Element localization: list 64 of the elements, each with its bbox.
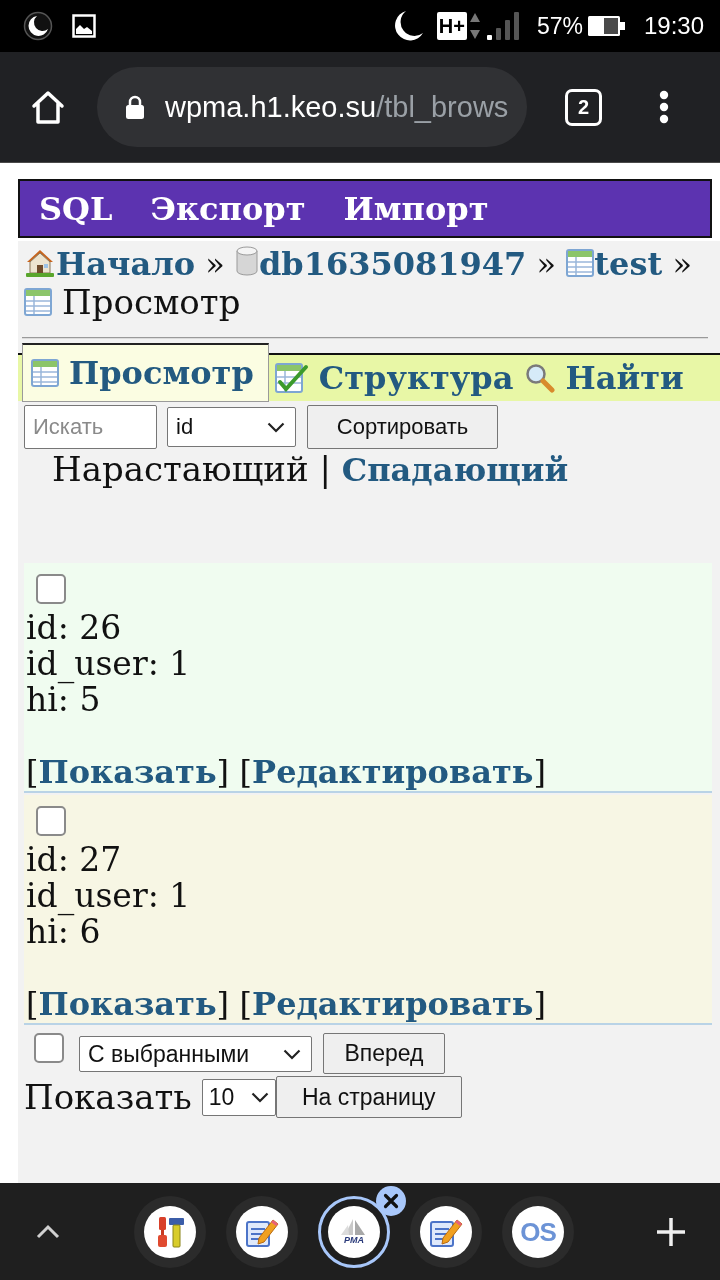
field-text: id: 27 xyxy=(26,842,123,878)
field-text: id: 26 xyxy=(26,610,123,646)
battery-icon xyxy=(587,16,625,36)
breadcrumb-current-text: Просмотр xyxy=(62,282,241,322)
table-icon xyxy=(566,249,595,277)
select-all-checkbox[interactable] xyxy=(34,1033,64,1063)
menu-link[interactable]: SQL xyxy=(39,188,113,229)
lock-icon xyxy=(125,94,145,120)
action-link[interactable]: [Редактировать] xyxy=(239,753,546,791)
image-icon xyxy=(72,14,96,38)
action-link[interactable]: [Показать] xyxy=(26,753,230,791)
table-icon xyxy=(31,359,59,387)
battery-percent-text: 57% xyxy=(536,12,583,40)
chevron-down-icon xyxy=(283,1048,301,1060)
row-checkbox[interactable] xyxy=(36,806,66,836)
address-bar[interactable]: wpma.h1.keo.su/tbl_brows xyxy=(97,67,527,147)
chevron-up-icon[interactable] xyxy=(36,1224,60,1239)
sort-order-separator: | xyxy=(319,449,331,489)
breadcrumb-separator: » xyxy=(536,245,557,283)
table-checkmark-icon xyxy=(274,363,309,393)
chevron-down-icon xyxy=(250,1091,269,1103)
menu-link[interactable]: Импорт xyxy=(343,188,489,229)
search-icon xyxy=(525,363,556,393)
tab-count-button[interactable]: 2 xyxy=(565,88,602,126)
paging-label: Показать xyxy=(24,1077,192,1117)
search-field[interactable]: Искать xyxy=(24,405,157,449)
field-text: id_user: 1 xyxy=(26,878,192,914)
sort-order-current-text: Нарастающий xyxy=(52,449,309,489)
moon-circle-icon xyxy=(23,11,53,41)
row-checkbox[interactable] xyxy=(36,574,66,604)
per-page-button[interactable]: На страницу xyxy=(275,1076,462,1118)
clock-text: 19:30 xyxy=(643,12,704,40)
plus-icon[interactable] xyxy=(656,1216,686,1247)
more-menu-icon[interactable] xyxy=(659,90,669,124)
tab-thumbnail-button[interactable]: PMA xyxy=(318,1195,390,1268)
data-arrows-icon xyxy=(468,11,481,41)
breadcrumb-link[interactable]: test xyxy=(594,245,663,283)
house-icon xyxy=(24,247,56,277)
home-icon[interactable] xyxy=(29,88,67,126)
sort-order-link[interactable]: Спадающий xyxy=(341,451,569,489)
tab[interactable]: Структура xyxy=(268,355,520,401)
tab[interactable]: Найти xyxy=(519,355,690,401)
database-icon xyxy=(234,245,259,277)
url-text: wpma.h1.keo.su/tbl_brows xyxy=(165,90,509,124)
field-text: id_user: 1 xyxy=(26,646,192,682)
table-icon xyxy=(24,288,52,316)
sort-button[interactable]: Сортировать xyxy=(307,405,498,449)
close-icon[interactable] xyxy=(376,1185,406,1216)
tools-icon xyxy=(155,1214,185,1249)
rows-per-page-select[interactable]: 10 xyxy=(201,1078,276,1116)
menu-link[interactable]: Экспорт xyxy=(150,188,306,229)
breadcrumb-link[interactable]: Начало xyxy=(56,245,196,283)
action-link[interactable]: [Показать] xyxy=(26,985,230,1023)
breadcrumb-separator: » xyxy=(205,245,225,283)
network-type-indicator: H+ xyxy=(436,12,467,40)
breadcrumb-link[interactable]: db1635081947 xyxy=(258,245,527,283)
chevron-down-icon xyxy=(267,421,285,433)
submit-button[interactable]: Вперед xyxy=(323,1033,445,1074)
breadcrumb-separator: » xyxy=(672,245,692,283)
sort-field-select[interactable]: id xyxy=(167,407,296,447)
signal-icon xyxy=(485,11,520,41)
action-link[interactable]: [Редактировать] xyxy=(239,985,546,1023)
tab[interactable]: Просмотр xyxy=(22,343,269,402)
bulk-action-select[interactable]: С выбранными xyxy=(79,1036,312,1072)
